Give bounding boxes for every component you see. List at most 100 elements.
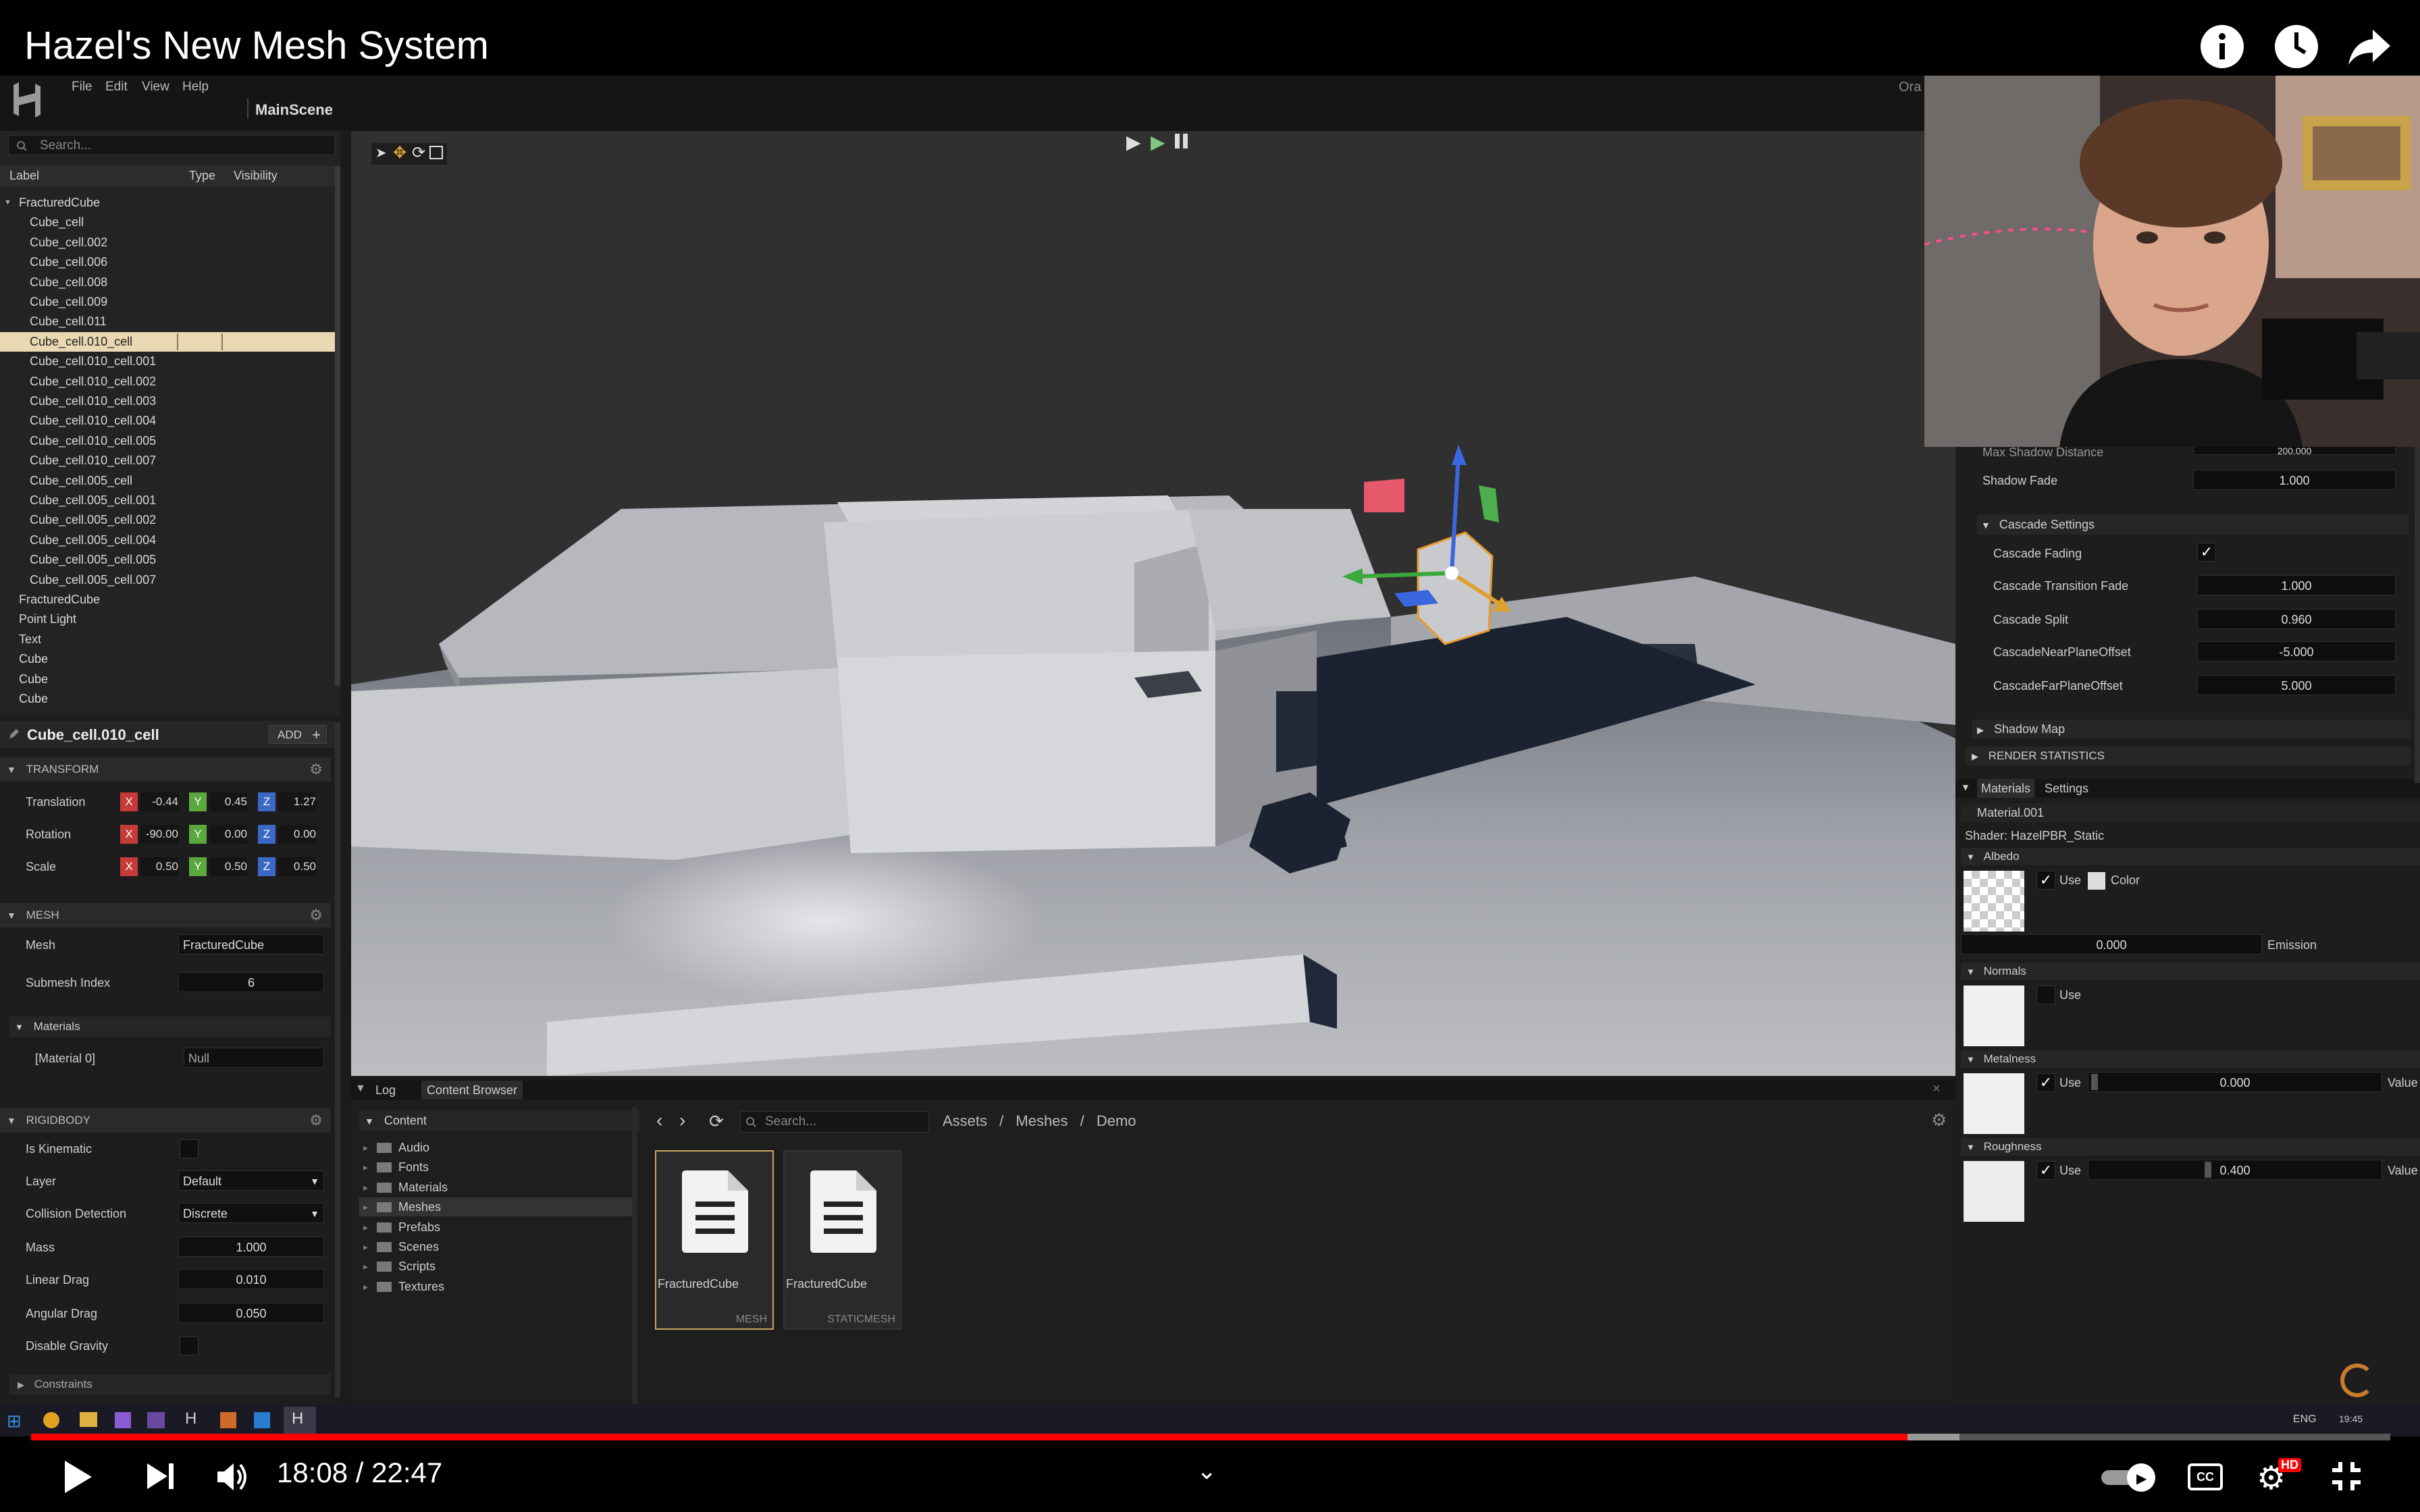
app-icon[interactable] [147,1412,165,1428]
transform-y-field[interactable]: 0.00 [209,825,247,844]
menu-view[interactable]: View [142,80,169,94]
asset-card[interactable]: FracturedCube MESH [655,1150,774,1330]
hierarchy-scrollbar[interactable] [335,166,340,686]
metalness-use-checkbox[interactable]: ✓ [2036,1073,2055,1092]
column-label[interactable]: Label [9,169,39,183]
slider-thumb[interactable] [2091,1074,2098,1090]
albedo-use-checkbox[interactable]: ✓ [2036,871,2055,890]
share-icon[interactable] [2346,23,2393,70]
normals-texture-slot[interactable] [1964,986,2024,1046]
expand-icon[interactable]: ▸ [363,1138,368,1157]
submesh-index-field[interactable]: 6 [178,972,324,992]
hierarchy-item[interactable]: Cube_cell.010_cell.005 [0,431,335,451]
normals-use-checkbox[interactable] [2036,986,2055,1004]
hierarchy-item[interactable]: Cube_cell.005_cell.007 [0,570,335,590]
hazel-editor-taskbar-icon[interactable]: H [292,1409,303,1428]
folder-item[interactable]: ▸ Audio [359,1138,632,1157]
angular-drag-field[interactable]: 0.050 [178,1303,324,1323]
is-kinematic-checkbox[interactable] [180,1139,199,1158]
hierarchy-item[interactable]: Cube_cell.002 [0,233,335,252]
hierarchy-item[interactable]: Cube_cell.005_cell.004 [0,531,335,550]
albedo-color-swatch[interactable] [2088,872,2105,890]
roughness-slider[interactable]: 0.400 [2088,1160,2382,1180]
hierarchy-item[interactable]: Cube_cell.010_cell.007 [0,451,335,470]
back-icon[interactable]: ‹ [656,1110,662,1131]
gear-icon[interactable]: ⚙ [309,1108,323,1133]
clock[interactable]: 19:45 [2339,1413,2363,1424]
hierarchy-item[interactable]: Cube_cell.005_cell.001 [0,491,335,510]
hazel-taskbar-icon[interactable]: H [185,1409,196,1428]
breadcrumb-meshes[interactable]: Meshes [1016,1112,1068,1129]
material0-field[interactable]: Null [184,1048,324,1068]
tab-materials[interactable]: Materials [1977,779,2035,798]
translate-tool-icon[interactable]: ✥ [393,143,406,163]
transform-z-field[interactable]: 1.27 [278,792,316,811]
mass-field[interactable]: 1.000 [178,1237,324,1257]
transform-x-field[interactable]: -90.00 [140,825,178,844]
material-list-item[interactable]: Material.001 [1961,803,2420,822]
tab-content-browser[interactable]: Content Browser [421,1081,523,1100]
constraints-subsection[interactable]: ▶ Constraints [9,1374,331,1395]
hierarchy-item[interactable]: Cube_cell.008 [0,273,335,292]
disable-gravity-checkbox[interactable] [180,1336,199,1355]
roughness-use-checkbox[interactable]: ✓ [2036,1161,2055,1180]
expand-icon[interactable]: ▸ [363,1277,368,1296]
properties-scrollbar[interactable] [335,722,340,1397]
menu-file[interactable]: File [72,80,93,94]
mesh-field[interactable]: FracturedCube [178,934,324,954]
transform-y-field[interactable]: 0.50 [209,857,247,876]
asset-card[interactable]: FracturedCube STATICMESH [783,1150,902,1330]
mesh-section-header[interactable]: ▼ MESH ⚙ [0,903,331,927]
watch-later-icon[interactable] [2273,23,2320,70]
scene-viewport[interactable]: ➤ ✥ ⟳ ▶ ▶ [351,131,1955,1076]
transform-section-header[interactable]: ▼ TRANSFORM ⚙ [0,757,331,782]
content-search-input[interactable]: Search... [740,1111,929,1133]
select-tool-icon[interactable]: ➤ [375,144,387,161]
transform-z-field[interactable]: 0.00 [278,825,316,844]
cascade-settings-header[interactable]: ▼ Cascade Settings [1977,514,2409,535]
collision-detection-select[interactable]: Discrete ▼ [178,1203,324,1223]
breadcrumb-assets[interactable]: Assets [943,1112,987,1129]
cascade-transition-fade-field[interactable]: 1.000 [2197,575,2396,595]
folder-item[interactable]: ▸ Fonts [359,1158,632,1177]
axis-x-reset-button[interactable]: X [120,857,138,876]
tab-settings[interactable]: Settings [2045,779,2088,798]
chevron-down-icon[interactable]: ⌄ [1196,1457,1217,1485]
hierarchy-item[interactable]: Cube_cell.005_cell.005 [0,550,335,570]
metalness-texture-slot[interactable] [1964,1073,2024,1134]
hierarchy-item[interactable]: Cube_cell.010_cell.002 [0,372,335,392]
shadow-fade-field[interactable]: 1.000 [2193,470,2396,490]
hierarchy-item[interactable]: Cube_cell.011 [0,312,335,331]
hierarchy-item[interactable]: Point Light [0,610,335,629]
hierarchy-item[interactable]: Cube_cell.009 [0,292,335,312]
transform-y-field[interactable]: 0.45 [209,792,247,811]
hierarchy-item[interactable]: Cube_cell.005_cell.002 [0,510,335,530]
hierarchy-item[interactable]: Cube_cell [0,213,335,232]
hierarchy-item[interactable]: Cube [0,670,335,689]
folder-item[interactable]: ▸ Scripts [359,1257,632,1276]
far-plane-offset-field[interactable]: 5.000 [2197,675,2396,695]
info-icon[interactable] [2199,23,2246,70]
panel-menu-icon[interactable]: ▼ [355,1083,366,1095]
transform-x-field[interactable]: 0.50 [140,857,178,876]
volume-icon[interactable] [215,1459,250,1498]
right-panel-scrollbar[interactable] [2415,446,2420,783]
hierarchy-item[interactable]: Cube_cell.010_cell.001 [0,352,335,371]
axis-y-reset-button[interactable]: Y [189,792,207,811]
expand-icon[interactable]: ▸ [363,1237,368,1256]
tab-log[interactable]: Log [375,1081,396,1100]
play-icon[interactable] [58,1458,96,1499]
folder-item[interactable]: ▸ Scenes [359,1237,632,1256]
play-icon[interactable]: ▶ [1126,131,1141,153]
simulate-icon[interactable]: ▶ [1151,131,1165,153]
expand-icon[interactable]: ▸ [363,1257,368,1276]
video-title[interactable]: Hazel's New Mesh System [24,23,489,68]
roughness-texture-slot[interactable] [1964,1161,2024,1222]
albedo-header[interactable]: ▼ Albedo [1961,848,2420,865]
expand-icon[interactable]: ▸ [363,1158,368,1177]
captions-icon[interactable]: CC [2188,1463,2223,1490]
column-type[interactable]: Type [189,169,215,183]
hierarchy-item[interactable]: Cube_cell.010_cell [0,331,335,352]
axis-x-reset-button[interactable]: X [120,825,138,844]
vscode-icon[interactable] [254,1412,270,1428]
